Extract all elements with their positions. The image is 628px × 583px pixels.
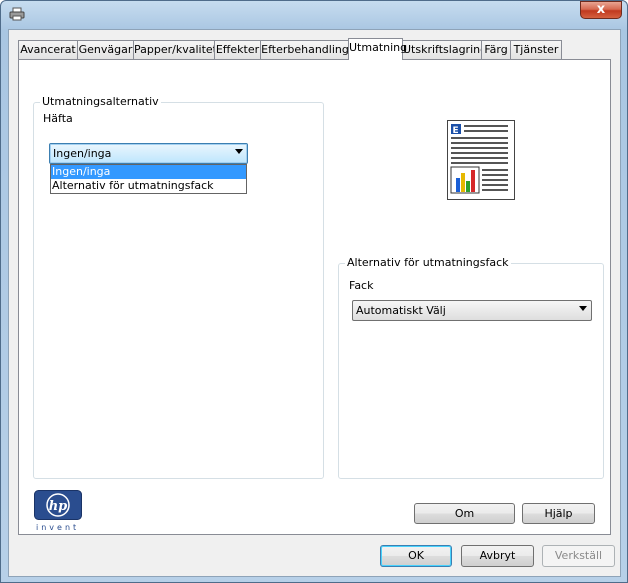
hp-invent-text: invent xyxy=(36,523,80,532)
tray-options-group: Alternativ för utmatningsfack Fack Autom… xyxy=(338,256,604,479)
hp-logo-icon: hp xyxy=(34,490,82,520)
tab-label: Papper/kvalitet xyxy=(134,43,217,56)
dialog-client-area: Avancerat Genvägar Papper/kvalitet Effek… xyxy=(8,29,621,577)
svg-text:hp: hp xyxy=(49,499,68,514)
tab-effekter[interactable]: Effekter xyxy=(214,40,261,59)
document-preview-image: E xyxy=(447,120,515,200)
tab-avancerat[interactable]: Avancerat xyxy=(18,40,78,59)
tray-options-group-label: Alternativ för utmatningsfack xyxy=(345,256,511,269)
tab-papper-kvalitet[interactable]: Papper/kvalitet xyxy=(133,40,217,59)
tab-genvagar[interactable]: Genvägar xyxy=(77,40,134,59)
apply-button[interactable]: Verkställ xyxy=(542,545,615,567)
chart-bar-4 xyxy=(471,170,475,192)
output-options-group-label: Utmatningsalternativ xyxy=(40,95,161,108)
tab-efterbehandling[interactable]: Efterbehandling xyxy=(260,40,350,59)
close-button[interactable]: x xyxy=(580,1,622,19)
tab-label: Utmatning xyxy=(349,41,408,54)
print-properties-window: x Avancerat Genvägar Papper/kvalitet Eff… xyxy=(0,0,628,583)
tab-tjanster[interactable]: Tjänster xyxy=(510,40,562,59)
document-preview-icon: E xyxy=(450,124,508,194)
tab-label: Efterbehandling xyxy=(261,43,349,56)
chevron-down-icon xyxy=(235,149,243,154)
tab-label: Avancerat xyxy=(20,43,76,56)
about-button[interactable]: Om xyxy=(414,503,515,524)
hp-logo: hp invent xyxy=(34,490,84,536)
tab-utmatning[interactable]: Utmatning xyxy=(348,38,407,60)
help-button[interactable]: Hjälp xyxy=(522,503,595,524)
tab-label: Effekter xyxy=(215,43,260,56)
dropdown-option-tray-options[interactable]: Alternativ för utmatningsfack xyxy=(51,179,246,193)
output-options-group: Utmatningsalternativ Häfta Ingen/inga In… xyxy=(33,95,324,479)
tab-label: Genvägar xyxy=(78,43,133,56)
cancel-button[interactable]: Avbryt xyxy=(461,545,534,567)
staple-select[interactable]: Ingen/inga xyxy=(49,143,248,164)
tab-panel-utmatning: Utmatningsalternativ Häfta Ingen/inga In… xyxy=(18,59,611,535)
tab-label: Utskriftslagring xyxy=(403,43,488,56)
title-bar: x xyxy=(1,1,627,29)
tray-select[interactable]: Automatiskt Välj xyxy=(352,300,592,321)
ok-button[interactable]: OK xyxy=(380,545,452,567)
printer-icon xyxy=(9,7,25,21)
tray-label: Fack xyxy=(349,279,374,292)
tab-farg[interactable]: Färg xyxy=(481,40,511,59)
chevron-down-icon xyxy=(579,306,587,311)
tab-label: Färg xyxy=(484,43,508,56)
chart-bar-3 xyxy=(466,181,470,192)
staple-label: Häfta xyxy=(43,112,73,125)
tray-select-value: Automatiskt Välj xyxy=(356,304,446,317)
staple-dropdown-list: Ingen/inga Alternativ för utmatningsfack xyxy=(50,164,247,194)
tab-label: Tjänster xyxy=(513,43,559,56)
tab-utskriftslagring[interactable]: Utskriftslagring xyxy=(402,40,487,59)
chart-bar-1 xyxy=(456,178,460,192)
staple-select-value: Ingen/inga xyxy=(53,147,112,160)
chart-bar-2 xyxy=(461,173,465,192)
dropdown-option-none[interactable]: Ingen/inga xyxy=(51,165,246,179)
svg-text:E: E xyxy=(453,126,459,136)
close-icon: x xyxy=(596,2,606,17)
